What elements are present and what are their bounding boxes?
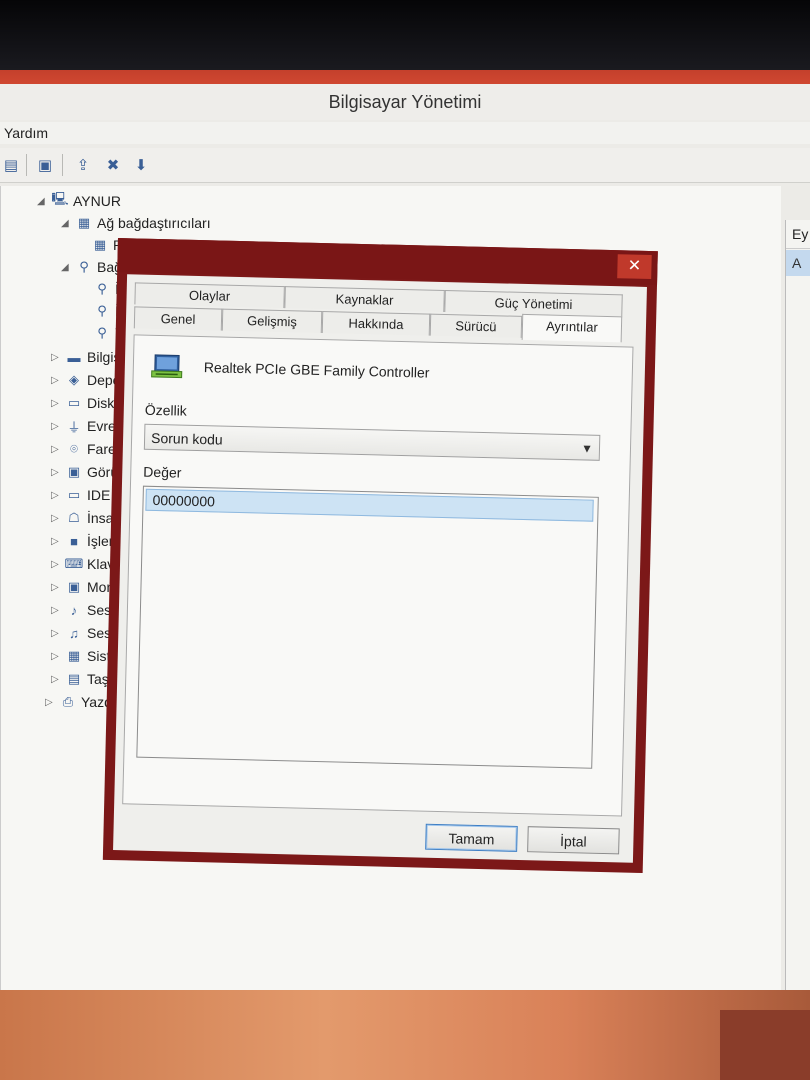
monitor-icon: ▣ (67, 579, 81, 594)
scan-hardware-icon[interactable]: ⬇ (130, 154, 152, 176)
tree-item-computer[interactable]: ▷ ▬ Bilgis (51, 346, 120, 368)
property-label: Özellik (144, 401, 188, 419)
computer-icon: ▬ (67, 349, 81, 365)
tree-root[interactable]: ◢ 🖳 AYNUR (37, 190, 121, 212)
property-selected-value: Sorun kodu (150, 429, 223, 448)
toolbar-separator (62, 154, 63, 176)
port-icon: ⚲ (79, 259, 89, 274)
uninstall-device-icon[interactable]: ✖ (102, 154, 124, 176)
disk-icon: ▭ (67, 395, 81, 410)
tab-details[interactable]: Ayrıntılar (521, 313, 623, 343)
desk-surface (0, 990, 810, 1080)
expand-arrow-icon[interactable]: ◢ (61, 262, 75, 273)
port-icon: ⚲ (97, 303, 107, 318)
expand-arrow-icon[interactable]: ▷ (51, 421, 65, 432)
console-tree-icon[interactable]: ▤ (0, 154, 22, 176)
printer-icon: ⎙ (62, 694, 74, 709)
port-icon: ⚲ (97, 325, 107, 340)
keyboard-icon: ⌨ (64, 556, 84, 571)
expand-arrow-icon[interactable]: ▷ (51, 513, 65, 524)
computer-icon: 🖳 (51, 191, 69, 206)
network-adapter-icon (151, 354, 183, 379)
actions-pane: Ey A (785, 220, 810, 990)
expand-arrow-icon[interactable]: ▷ (51, 536, 65, 547)
tab-resources[interactable]: Kaynaklar (284, 286, 445, 312)
expand-arrow-icon[interactable]: ▷ (51, 605, 65, 616)
property-dropdown[interactable]: Sorun kodu ▼ (143, 423, 601, 461)
cancel-button[interactable]: İptal (527, 826, 620, 855)
tab-about[interactable]: Hakkında (321, 311, 431, 336)
actions-selected-item[interactable]: A (786, 250, 810, 276)
expand-arrow-icon[interactable]: ▷ (51, 352, 65, 363)
portable-device-icon: ▤ (67, 671, 81, 686)
network-card-icon: ▦ (93, 237, 107, 252)
device-name: Realtek PCIe GBE Family Controller (203, 359, 430, 381)
tab-power-management[interactable]: Güç Yönetimi (444, 290, 623, 317)
list-item[interactable]: 00000000 (145, 488, 594, 522)
expand-arrow-icon[interactable]: ◢ (37, 196, 51, 207)
expand-arrow-icon[interactable]: ▷ (51, 628, 65, 639)
expand-arrow-icon[interactable]: ▷ (51, 559, 65, 570)
tab-advanced[interactable]: Gelişmiş (221, 308, 323, 334)
expand-arrow-icon[interactable]: ◢ (61, 218, 75, 229)
expand-arrow-icon[interactable]: ▷ (51, 582, 65, 593)
menu-help[interactable]: Yardım (4, 125, 48, 141)
window-title: Bilgisayar Yönetimi (0, 84, 810, 120)
expand-arrow-icon[interactable]: ▷ (51, 674, 65, 685)
processor-icon: ■ (70, 533, 78, 549)
port-icon: ⚲ (97, 281, 107, 296)
expand-arrow-icon[interactable]: ▷ (51, 651, 65, 662)
usb-icon: ⏚ (67, 419, 81, 435)
desk-object (720, 1010, 810, 1080)
audio-input-icon: ♪ (70, 602, 78, 618)
expand-arrow-icon[interactable]: ▷ (51, 398, 65, 409)
mouse-icon: ⌾ (70, 441, 78, 456)
expand-arrow-icon[interactable]: ▷ (45, 697, 59, 708)
chevron-down-icon: ▼ (580, 441, 594, 456)
properties-dialog: ✕ Olaylar Kaynaklar Güç Yönetimi Genel G… (102, 238, 658, 874)
tab-events[interactable]: Olaylar (134, 282, 285, 309)
tab-driver[interactable]: Sürücü (429, 313, 523, 338)
expand-arrow-icon[interactable]: ▷ (51, 467, 65, 478)
tab-general[interactable]: Genel (133, 306, 223, 331)
hid-icon: ☖ (68, 510, 80, 525)
toolbar: ▤ ▣ ⇪ ✖ ⬇ (0, 148, 810, 183)
properties-icon[interactable]: ▣ (34, 154, 56, 176)
monitor-bezel (0, 0, 810, 70)
value-label: Değer (143, 463, 182, 481)
tree-item-monitor[interactable]: ▷ ▣ Moni (51, 576, 117, 598)
storage-icon: ◈ (69, 372, 79, 387)
ok-button[interactable]: Tamam (425, 823, 518, 852)
expand-arrow-icon[interactable]: ▷ (51, 490, 65, 501)
ide-icon: ▭ (67, 487, 81, 502)
sound-icon: ♫ (69, 625, 79, 641)
tree-item-storage[interactable]: ▷ ◈ Depo (51, 369, 120, 391)
system-device-icon: ▦ (67, 648, 81, 663)
actions-header: Ey (786, 220, 810, 249)
update-driver-icon[interactable]: ⇪ (72, 154, 94, 176)
dialog-body: Olaylar Kaynaklar Güç Yönetimi Genel Gel… (113, 274, 647, 863)
menu-bar: Yardım (0, 122, 810, 144)
tree-item-network-adapters[interactable]: ◢ ▦ Ağ bağdaştırıcıları (61, 212, 211, 234)
expand-arrow-icon[interactable]: ▷ (51, 375, 65, 386)
network-adapter-icon: ▦ (77, 215, 91, 230)
toolbar-separator (26, 154, 27, 176)
tree-item-printers[interactable]: ▷ ⎙ Yazdı (45, 691, 116, 713)
expand-arrow-icon[interactable]: ▷ (51, 444, 65, 455)
display-icon: ▣ (67, 464, 81, 479)
details-panel: Realtek PCIe GBE Family Controller Özell… (122, 334, 634, 817)
value-list[interactable]: 00000000 (136, 485, 599, 769)
close-icon[interactable]: ✕ (617, 254, 652, 280)
